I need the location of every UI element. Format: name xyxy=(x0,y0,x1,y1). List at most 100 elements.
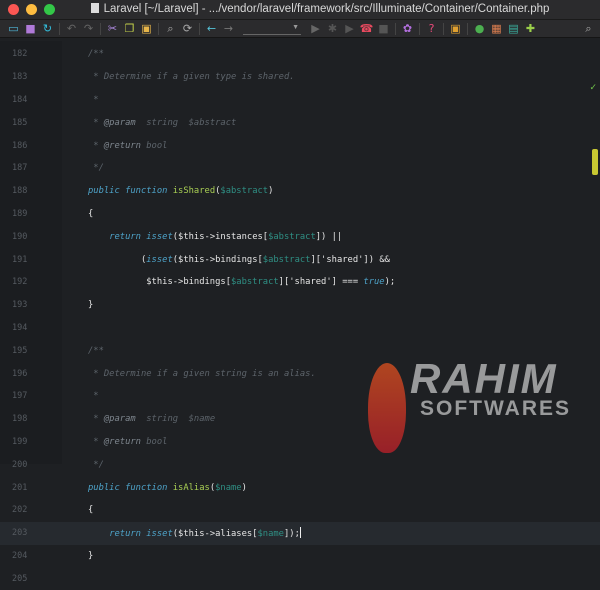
code-line[interactable]: 199 * @return bool xyxy=(0,431,600,454)
line-number: 205 xyxy=(12,573,28,584)
vcs-icon[interactable]: ● xyxy=(471,21,488,37)
line-number: 199 xyxy=(12,436,28,447)
layout-icon[interactable]: ▦ xyxy=(488,21,505,37)
run-icon[interactable]: ▶ xyxy=(307,21,324,37)
title-bar: Laravel [~/Laravel] - .../vendor/laravel… xyxy=(0,0,600,20)
line-number: 187 xyxy=(12,163,28,174)
code-token-kw: return isset xyxy=(109,231,173,242)
code-token-comment: bool xyxy=(140,436,168,447)
line-number: 190 xyxy=(12,231,28,242)
database-icon[interactable]: ▤ xyxy=(505,21,522,37)
code-line[interactable]: 186 * @return bool xyxy=(0,134,600,157)
code-text: return isset($this->instances[$abstract]… xyxy=(88,232,342,242)
open-folder-icon[interactable]: ▭ xyxy=(5,21,22,37)
code-token-comment: * xyxy=(88,117,104,128)
code-line[interactable]: 189 { xyxy=(0,203,600,226)
code-line[interactable]: 192 $this->bindings[$abstract]['shared']… xyxy=(0,271,600,294)
line-number: 203 xyxy=(12,528,28,539)
code-line[interactable]: 187 */ xyxy=(0,157,600,180)
code-text: * @param string $abstract xyxy=(88,118,236,128)
back-icon[interactable]: ← xyxy=(203,21,220,37)
code-line[interactable]: 202 { xyxy=(0,499,600,522)
code-token-kw: public function xyxy=(88,186,173,197)
code-token-str: ]['shared']) && xyxy=(310,254,390,265)
code-token-doctag: @param xyxy=(103,414,136,425)
help-icon[interactable]: ? xyxy=(423,21,440,37)
redo-icon[interactable]: ↷ xyxy=(80,21,97,37)
code-line[interactable]: 188 public function isShared($abstract) xyxy=(0,180,600,203)
line-number: 188 xyxy=(12,186,28,197)
code-line[interactable]: 194 xyxy=(0,317,600,340)
code-line[interactable]: 190 return isset($this->instances[$abstr… xyxy=(0,225,600,248)
code-line[interactable]: 200 */ xyxy=(0,453,600,476)
code-line[interactable]: 205 xyxy=(0,567,600,590)
code-token-kw: true xyxy=(363,277,385,288)
code-token-str: ); xyxy=(384,277,396,288)
text-cursor xyxy=(299,527,301,539)
code-text: } xyxy=(88,551,93,561)
code-text: return isset($this->aliases[$name]); xyxy=(88,527,301,539)
code-token-str: ($this->aliases[ xyxy=(172,529,258,540)
cpu-icon[interactable]: ▣ xyxy=(447,21,464,37)
find-icon[interactable]: ⌕ xyxy=(162,21,179,37)
phone-listen-icon[interactable]: ☎ xyxy=(358,21,375,37)
file-icon xyxy=(90,3,99,13)
code-line[interactable]: 204} xyxy=(0,545,600,568)
run-configuration-select[interactable]: ▼ xyxy=(243,23,301,35)
line-number: 186 xyxy=(12,140,28,151)
paste-icon[interactable]: ▣ xyxy=(138,21,155,37)
toolbar-separator xyxy=(443,22,444,35)
code-token-str: } xyxy=(88,550,94,561)
code-token-str: { xyxy=(88,505,94,516)
code-token-str: ) xyxy=(241,482,247,493)
code-text: */ xyxy=(88,163,104,173)
settings-icon[interactable]: ✿ xyxy=(399,21,416,37)
line-number: 185 xyxy=(12,117,28,128)
code-token-comment: * Determine if a given type is shared. xyxy=(88,72,295,83)
sync-icon[interactable]: ↻ xyxy=(39,21,56,37)
code-token-str: { xyxy=(88,208,94,219)
undo-icon[interactable]: ↶ xyxy=(63,21,80,37)
toolbar-separator xyxy=(158,22,159,35)
toolbar-separator xyxy=(467,22,468,35)
code-token-comment: */ xyxy=(88,459,104,470)
toolbar-separator xyxy=(100,22,101,35)
code-line[interactable]: 193} xyxy=(0,294,600,317)
inspection-ok-icon: ✓ xyxy=(589,82,597,92)
code-token-str: ($this->instances[ xyxy=(172,231,269,242)
debug-icon[interactable]: ✱ xyxy=(324,21,341,37)
code-token-comment: /** xyxy=(88,49,104,60)
code-text: * @return bool xyxy=(88,437,167,447)
code-text: /** xyxy=(88,49,104,59)
code-line[interactable]: 203 return isset($this->aliases[$name]); xyxy=(0,521,600,545)
code-token-doctag: @return xyxy=(103,436,141,447)
code-line[interactable]: 191 (isset($this->bindings[$abstract]['s… xyxy=(0,248,600,271)
code-token-str: ($this->bindings[ xyxy=(172,254,263,265)
code-line[interactable]: 183 * Determine if a given type is share… xyxy=(0,66,600,89)
forward-icon[interactable]: → xyxy=(220,21,237,37)
code-token-kw: isset xyxy=(146,254,173,265)
cut-icon[interactable]: ✂ xyxy=(104,21,121,37)
code-token-comment: * xyxy=(88,391,99,402)
stop-icon[interactable]: ■ xyxy=(375,21,392,37)
code-token-comment: * xyxy=(88,94,99,105)
scrollbar-marker[interactable] xyxy=(592,149,598,175)
line-number: 191 xyxy=(12,254,28,265)
replace-icon[interactable]: ⟳ xyxy=(179,21,196,37)
code-text: public function isAlias($name) xyxy=(88,483,247,493)
code-token-doctag: @param xyxy=(103,117,136,128)
line-number: 200 xyxy=(12,459,28,470)
plugin-icon[interactable]: ✚ xyxy=(522,21,539,37)
code-token-comment: * xyxy=(88,140,104,151)
code-token-fn: isShared xyxy=(172,186,216,197)
code-line[interactable]: 184 * xyxy=(0,89,600,112)
save-icon[interactable]: ■ xyxy=(22,21,39,37)
run-coverage-icon[interactable]: ▶ xyxy=(341,21,358,37)
code-text: $this->bindings[$abstract]['shared'] ===… xyxy=(88,277,395,287)
code-line[interactable]: 201 public function isAlias($name) xyxy=(0,476,600,499)
code-line[interactable]: 182 /** xyxy=(0,43,600,66)
copy-icon[interactable]: ❐ xyxy=(121,21,138,37)
code-line[interactable]: 185 * @param string $abstract xyxy=(0,111,600,134)
code-token-str xyxy=(88,232,109,242)
search-everywhere-icon[interactable]: ⌕ xyxy=(580,21,597,37)
